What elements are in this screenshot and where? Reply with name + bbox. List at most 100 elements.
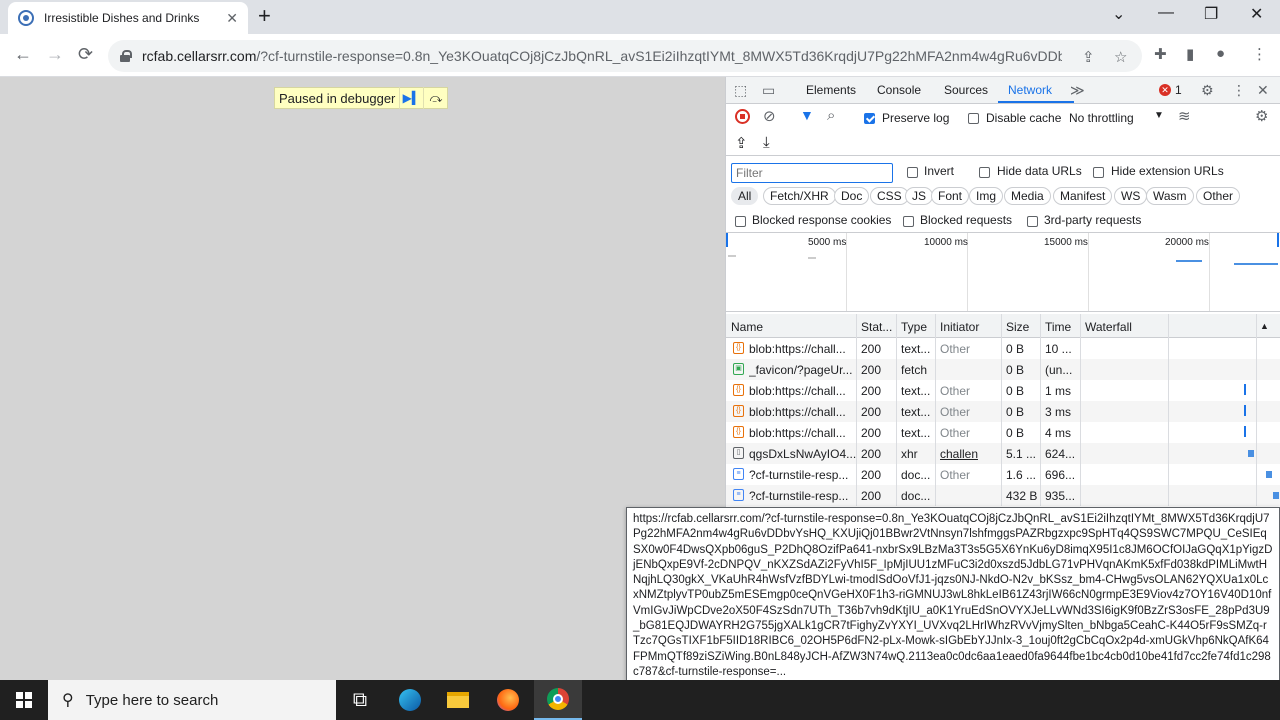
restore-button[interactable]: ❐ <box>1204 4 1218 24</box>
invert-checkbox[interactable] <box>907 165 918 179</box>
error-count-badge[interactable]: ✕ 1 <box>1159 83 1182 97</box>
clear-log-icon[interactable]: ⊘ <box>763 107 776 125</box>
file-explorer-icon[interactable] <box>434 680 482 720</box>
overview-request-bar <box>1234 263 1278 265</box>
third-party-requests-checkbox[interactable] <box>1027 214 1038 228</box>
sort-ascending-icon[interactable]: ▲ <box>1260 321 1269 331</box>
edge-browser-icon[interactable] <box>386 680 434 720</box>
table-row[interactable]: ▯ qgsDxLsNwAyIO4... 200 xhr challeng... 5.1 .… <box>726 443 1280 464</box>
table-row[interactable]: ≡ ?cf-turnstile-resp... 200 doc... 432 B 935.… <box>726 485 1280 506</box>
chevron-down-icon[interactable]: ▼ <box>1154 110 1164 121</box>
preserve-log-checkbox[interactable] <box>864 111 875 125</box>
table-row[interactable]: {} blob:https://chall... 200 text... Other 0 … <box>726 338 1280 359</box>
blocked-requests-checkbox[interactable] <box>903 214 914 228</box>
request-name: ?cf-turnstile-resp... <box>749 489 849 503</box>
settings-gear-icon[interactable]: ⚙ <box>1201 82 1214 99</box>
chip-media[interactable]: Media <box>1004 187 1051 205</box>
chip-doc[interactable]: Doc <box>834 187 870 205</box>
request-name: blob:https://chall... <box>749 342 846 356</box>
start-button[interactable] <box>0 680 48 720</box>
chip-img[interactable]: Img <box>969 187 1004 205</box>
chip-wasm[interactable]: Wasm <box>1146 187 1194 205</box>
more-tabs-icon[interactable]: ≫ <box>1070 82 1085 99</box>
minimize-button[interactable]: — <box>1158 4 1174 22</box>
column-header-type[interactable]: Type <box>901 320 927 334</box>
request-time: 696... <box>1045 468 1076 482</box>
column-header-name[interactable]: Name <box>731 320 763 334</box>
tab-elements[interactable]: Elements <box>806 83 856 97</box>
browser-tab[interactable]: Irresistible Dishes and Drinks ✕ <box>8 2 248 34</box>
chip-other[interactable]: Other <box>1196 187 1241 205</box>
hide-data-urls-label: Hide data URLs <box>997 164 1082 178</box>
chip-all[interactable]: All <box>731 187 759 205</box>
taskbar-search-box[interactable]: ⚲ Type here to search <box>48 680 336 720</box>
hide-extension-urls-checkbox[interactable] <box>1093 165 1104 179</box>
inspect-element-icon[interactable]: ⬚ <box>734 82 747 99</box>
chip-fetch-xhr[interactable]: Fetch/XHR <box>763 187 836 205</box>
blocked-response-cookies-checkbox[interactable] <box>735 214 746 228</box>
tab-network[interactable]: Network <box>1008 83 1052 97</box>
devtools-menu-icon[interactable]: ⋮ <box>1232 82 1246 99</box>
profile-avatar-icon[interactable]: ● <box>1216 45 1225 62</box>
table-row[interactable]: ≡ ?cf-turnstile-resp... 200 doc... Other 1.6 … <box>726 464 1280 485</box>
chrome-icon[interactable] <box>534 680 582 720</box>
tab-console[interactable]: Console <box>877 83 921 97</box>
request-time: 3 ms <box>1045 405 1072 419</box>
browser-menu-icon[interactable]: ⋮ <box>1252 45 1267 63</box>
chip-manifest[interactable]: Manifest <box>1053 187 1113 205</box>
device-toolbar-icon[interactable]: ▭ <box>762 82 775 99</box>
import-har-icon[interactable]: ⇪ <box>735 134 748 152</box>
chip-ws[interactable]: WS <box>1114 187 1148 205</box>
forward-arrow-icon[interactable]: → <box>46 44 64 65</box>
export-har-icon[interactable]: ⤓ <box>763 134 770 151</box>
search-icon[interactable]: ⌕ <box>827 107 835 124</box>
chip-css[interactable]: CSS <box>870 187 909 205</box>
chip-font[interactable]: Font <box>931 187 970 205</box>
disable-cache-checkbox[interactable] <box>968 111 979 125</box>
filter-funnel-icon[interactable]: ▼ <box>800 107 814 123</box>
overview-gridline <box>1088 233 1089 311</box>
hide-extension-urls-label: Hide extension URLs <box>1111 164 1224 178</box>
tab-sources[interactable]: Sources <box>944 83 988 97</box>
record-stop-icon[interactable] <box>735 109 750 124</box>
script-resource-icon: {} <box>733 405 744 417</box>
column-header-status[interactable]: Stat... <box>861 320 892 334</box>
overview-handle-left[interactable] <box>726 233 728 247</box>
bookmark-star-icon[interactable]: ☆ <box>1114 48 1127 66</box>
network-conditions-icon[interactable]: ≋ <box>1178 107 1191 125</box>
throttling-select[interactable]: No throttling <box>1069 111 1134 125</box>
request-initiator[interactable]: challeng... <box>940 447 978 461</box>
resume-execution-icon[interactable]: ▶▍ <box>399 87 423 109</box>
table-row[interactable]: {} blob:https://chall... 200 text... Other 0 … <box>726 380 1280 401</box>
column-header-waterfall[interactable]: Waterfall <box>1085 320 1132 334</box>
address-bar[interactable]: rcfab.cellarsrr.com/?cf-turnstile-respon… <box>108 40 1142 72</box>
table-row[interactable]: ▣ _favicon/?pageUr... 200 fetch 0 B (un... <box>726 359 1280 380</box>
network-overview-timeline[interactable]: 5000 ms 10000 ms 15000 ms 20000 ms <box>726 232 1280 312</box>
hide-data-urls-checkbox[interactable] <box>979 165 990 179</box>
firefox-icon[interactable] <box>484 680 532 720</box>
side-panel-icon[interactable]: ▮ <box>1186 45 1194 63</box>
request-type: xhr <box>901 447 918 461</box>
request-time: (un... <box>1045 363 1073 377</box>
tab-search-icon[interactable]: ⌄ <box>1112 4 1125 24</box>
back-arrow-icon[interactable]: ← <box>14 44 32 65</box>
column-header-time[interactable]: Time <box>1045 320 1071 334</box>
column-header-size[interactable]: Size <box>1006 320 1029 334</box>
table-row[interactable]: {} blob:https://chall... 200 text... Other 0 … <box>726 401 1280 422</box>
tab-close-icon[interactable]: ✕ <box>226 10 238 27</box>
stop-loading-icon[interactable]: ⟳ <box>78 44 93 65</box>
column-header-initiator[interactable]: Initiator <box>940 320 979 334</box>
chip-js[interactable]: JS <box>905 187 934 205</box>
network-settings-gear-icon[interactable]: ⚙ <box>1255 107 1268 125</box>
new-tab-button[interactable]: + <box>258 5 271 27</box>
close-devtools-icon[interactable]: ✕ <box>1257 82 1269 99</box>
extensions-puzzle-icon[interactable]: ✚ <box>1154 45 1167 63</box>
share-icon[interactable]: ⇪ <box>1082 48 1095 66</box>
table-row[interactable]: {} blob:https://chall... 200 text... Other 0 … <box>726 422 1280 443</box>
overview-handle-right[interactable] <box>1277 233 1279 247</box>
lock-icon[interactable] <box>120 50 132 62</box>
step-over-icon[interactable]: ⤼ <box>423 87 447 109</box>
filter-input[interactable] <box>731 163 893 183</box>
task-view-icon[interactable]: ⧉ <box>336 680 384 720</box>
close-window-button[interactable]: ✕ <box>1250 4 1263 24</box>
